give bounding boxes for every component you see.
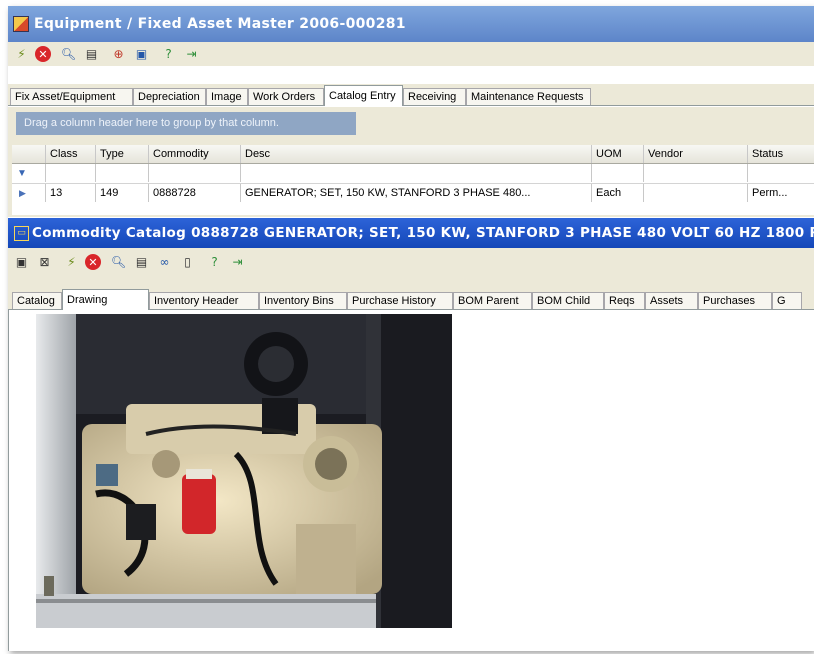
- column-header-desc[interactable]: Desc: [241, 145, 592, 163]
- tab-maintenance-requests[interactable]: Maintenance Requests: [466, 88, 591, 105]
- column-header-status[interactable]: Status: [748, 145, 814, 163]
- save-icon[interactable]: ▣: [12, 253, 31, 271]
- column-header-class[interactable]: Class: [46, 145, 96, 163]
- column-header-vendor[interactable]: Vendor: [644, 145, 748, 163]
- help-icon[interactable]: ?: [205, 253, 224, 271]
- row-selector-arrow-icon[interactable]: ▶: [12, 184, 46, 202]
- generator-photo: [36, 314, 452, 628]
- wand-icon[interactable]: ⚡: [62, 253, 81, 271]
- cell-status[interactable]: Perm...: [748, 184, 814, 202]
- title-bar[interactable]: Equipment / Fixed Asset Master 2006-0002…: [8, 6, 814, 42]
- filter-cell-class[interactable]: [46, 164, 96, 182]
- print-icon[interactable]: ▤: [82, 45, 101, 63]
- exit-icon[interactable]: ⇥: [228, 253, 247, 271]
- grid-header-row: Class Type Commodity Desc UOM Vendor Sta…: [12, 145, 814, 164]
- tab-purchase-history[interactable]: Purchase History: [347, 292, 453, 309]
- commodity-toolbar: ▣ ⊠ ⚡ ✕ 🔍︎ ▤ ∞ ▯ ? ⇥: [8, 249, 814, 275]
- find-icon[interactable]: 🔍︎: [109, 253, 128, 271]
- tab-fix-asset-equipment[interactable]: Fix Asset/Equipment: [10, 88, 133, 105]
- wand-icon[interactable]: ⚡: [12, 45, 31, 63]
- generator-image: [36, 314, 452, 628]
- tab-inventory-bins[interactable]: Inventory Bins: [259, 292, 347, 309]
- commodity-catalog-window: ▭ Commodity Catalog 0888728 GENERATOR; S…: [8, 218, 814, 651]
- tab-depreciation[interactable]: Depreciation: [133, 88, 206, 105]
- filter-cell-vendor[interactable]: [644, 164, 748, 182]
- drawing-pane: [8, 310, 814, 651]
- tab-bom-parent[interactable]: BOM Parent: [453, 292, 532, 309]
- cell-desc[interactable]: GENERATOR; SET, 150 KW, STANFORD 3 PHASE…: [241, 184, 592, 202]
- cell-vendor[interactable]: [644, 184, 748, 202]
- cell-class[interactable]: 13: [46, 184, 96, 202]
- find-icon[interactable]: 🔍︎: [59, 45, 78, 63]
- print-icon[interactable]: ▤: [132, 253, 151, 271]
- delete-icon[interactable]: ⊠: [35, 253, 54, 271]
- form-icon[interactable]: ▣: [132, 45, 151, 63]
- equipment-window: Equipment / Fixed Asset Master 2006-0002…: [8, 6, 814, 651]
- commodity-title-bar[interactable]: ▭ Commodity Catalog 0888728 GENERATOR; S…: [8, 218, 814, 248]
- tab-receiving[interactable]: Receiving: [403, 88, 466, 105]
- group-by-hint[interactable]: Drag a column header here to group by th…: [16, 112, 356, 135]
- tree-icon[interactable]: ⊕: [109, 45, 128, 63]
- exit-icon[interactable]: ⇥: [182, 45, 201, 63]
- form-window-icon: ▭: [14, 226, 29, 241]
- table-row[interactable]: ▶ 13 149 0888728 GENERATOR; SET, 150 KW,…: [12, 183, 814, 202]
- window-title: Equipment / Fixed Asset Master 2006-0002…: [34, 16, 406, 32]
- grid-filter-row: ▼: [12, 164, 814, 182]
- filter-cell-uom[interactable]: [592, 164, 644, 182]
- main-toolbar: ⚡ ✕ 🔍︎ ▤ ⊕ ▣ ? ⇥: [8, 42, 814, 66]
- main-tab-strip: Fix Asset/Equipment Depreciation Image W…: [8, 84, 814, 106]
- filter-cell-type[interactable]: [96, 164, 149, 182]
- tab-catalog[interactable]: Catalog: [12, 292, 62, 309]
- tab-bom-child[interactable]: BOM Child: [532, 292, 604, 309]
- column-header-type[interactable]: Type: [96, 145, 149, 163]
- row-selector-header: [12, 145, 46, 163]
- app-icon: [13, 16, 29, 32]
- cell-commodity[interactable]: 0888728: [149, 184, 241, 202]
- cell-type[interactable]: 149: [96, 184, 149, 202]
- catalog-grid: Class Type Commodity Desc UOM Vendor Sta…: [12, 145, 814, 215]
- filter-icon[interactable]: ▼: [12, 164, 46, 182]
- new-icon[interactable]: ▯: [178, 253, 197, 271]
- column-header-uom[interactable]: UOM: [592, 145, 644, 163]
- tab-work-orders[interactable]: Work Orders: [248, 88, 324, 105]
- tab-catalog-entry[interactable]: Catalog Entry: [324, 85, 403, 106]
- tab-inventory-header[interactable]: Inventory Header: [149, 292, 259, 309]
- catalog-grid-area: Drag a column header here to group by th…: [8, 107, 814, 217]
- tab-g[interactable]: G: [772, 292, 802, 309]
- link-icon[interactable]: ∞: [155, 253, 174, 271]
- commodity-window-title: Commodity Catalog 0888728 GENERATOR; SET…: [32, 225, 814, 241]
- filter-cell-desc[interactable]: [241, 164, 592, 182]
- tab-drawing[interactable]: Drawing: [62, 289, 149, 310]
- commodity-tab-strip: Catalog Drawing Inventory Header Invento…: [8, 286, 814, 310]
- filter-cell-commodity[interactable]: [149, 164, 241, 182]
- tab-assets[interactable]: Assets: [645, 292, 698, 309]
- cancel-icon[interactable]: ✕: [35, 46, 51, 62]
- tab-reqs[interactable]: Reqs: [604, 292, 645, 309]
- help-icon[interactable]: ?: [159, 45, 178, 63]
- tab-purchases[interactable]: Purchases: [698, 292, 772, 309]
- filter-cell-status[interactable]: [748, 164, 814, 182]
- column-header-commodity[interactable]: Commodity: [149, 145, 241, 163]
- tab-image[interactable]: Image: [206, 88, 248, 105]
- cell-uom[interactable]: Each: [592, 184, 644, 202]
- cancel-icon[interactable]: ✕: [85, 254, 101, 270]
